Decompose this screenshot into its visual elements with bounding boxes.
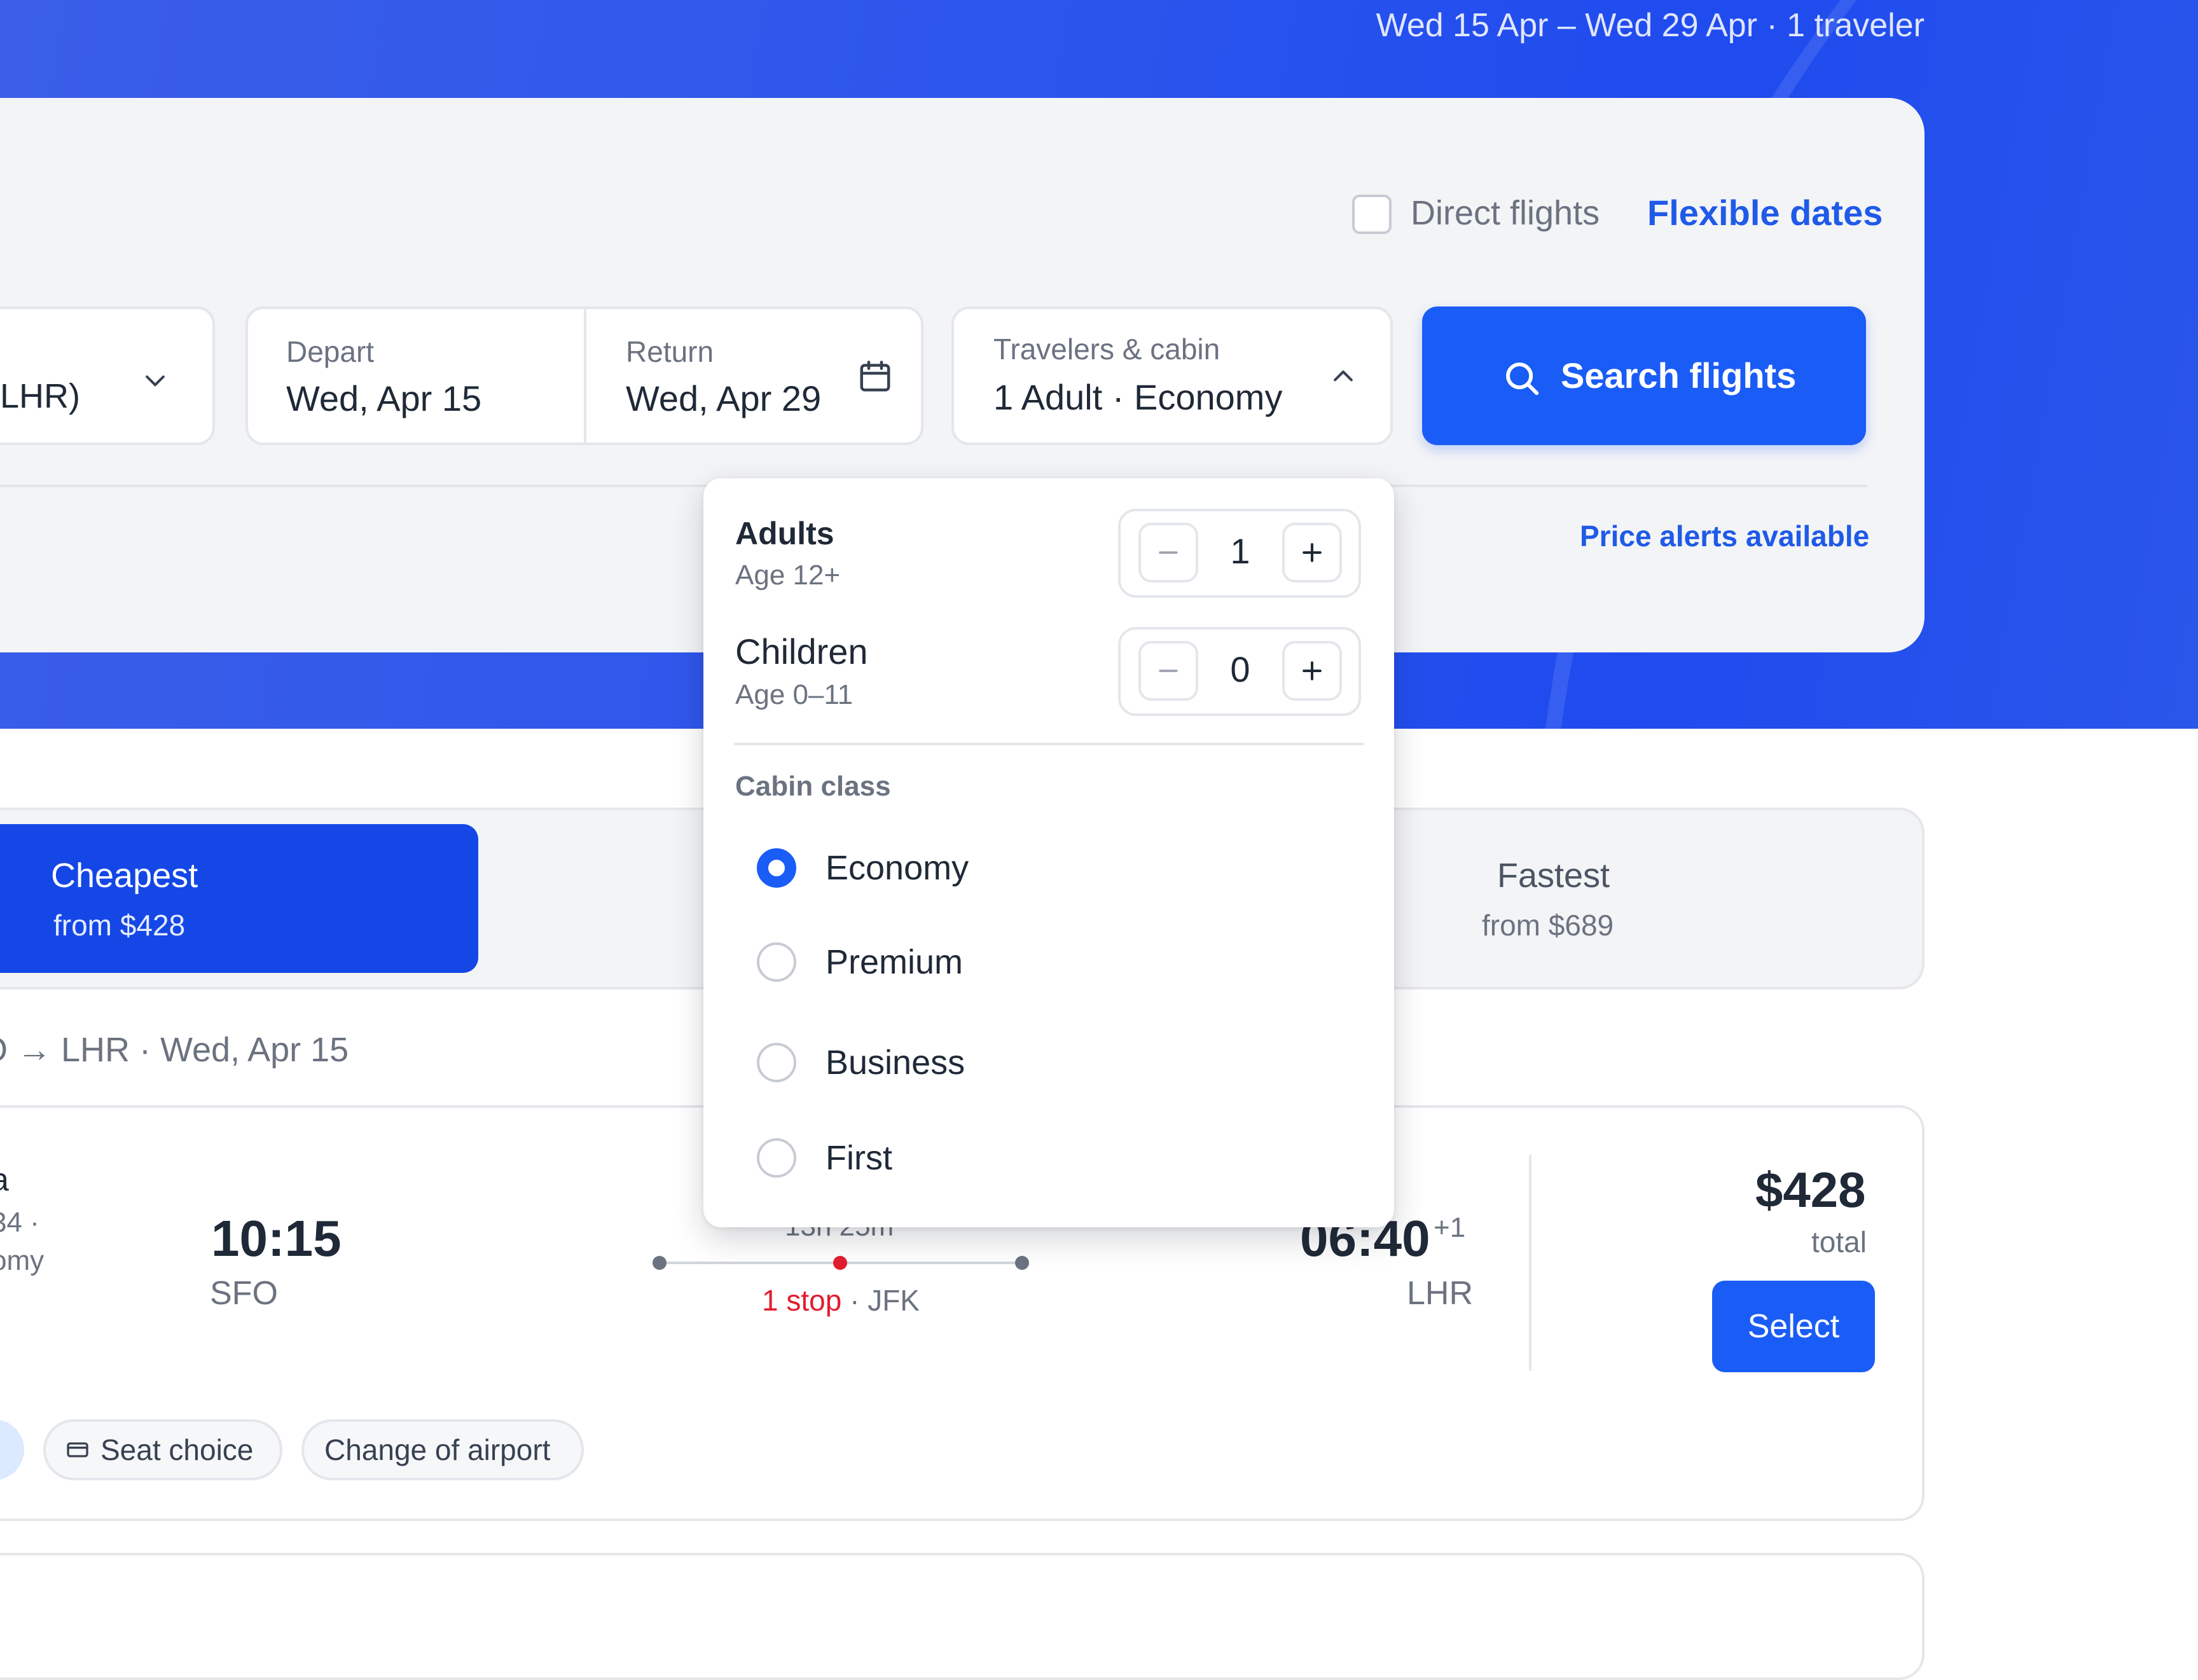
cabin-radio-premium[interactable] bbox=[757, 942, 796, 982]
price-note: total bbox=[1811, 1225, 1867, 1258]
dropdown-divider bbox=[734, 743, 1364, 745]
travelers-value[interactable]: 1 Adult · Economy bbox=[993, 376, 1282, 418]
chevron-down-icon[interactable] bbox=[141, 366, 169, 394]
cabin-class: omy bbox=[0, 1245, 45, 1276]
cabin-option-economy[interactable]: Economy bbox=[826, 848, 969, 888]
change-of-airport-label: Change of airport bbox=[324, 1433, 551, 1466]
flexible-dates-link[interactable]: Flexible dates bbox=[1647, 192, 1883, 233]
plus-icon bbox=[1303, 543, 1322, 562]
tab-cheapest[interactable] bbox=[0, 824, 478, 973]
travelers-label: Travelers & cabin bbox=[993, 333, 1220, 366]
adults-age: Age 12+ bbox=[735, 560, 841, 591]
route-summary: O → LHR · Wed, Apr 15 bbox=[0, 1031, 349, 1069]
cabin-radio-first[interactable] bbox=[757, 1138, 796, 1178]
stop-airport: · JFK bbox=[850, 1284, 920, 1317]
cabin-option-premium[interactable]: Premium bbox=[826, 942, 963, 982]
trip-summary: Wed 15 Apr – Wed 29 Apr · 1 traveler bbox=[1376, 7, 1925, 44]
search-icon bbox=[1506, 362, 1539, 396]
minus-icon bbox=[1159, 670, 1178, 672]
origin-dot bbox=[653, 1256, 667, 1270]
origin-value: LHR) bbox=[0, 377, 81, 415]
stops-count: 1 stop bbox=[762, 1284, 842, 1317]
cabin-radio-business[interactable] bbox=[757, 1043, 796, 1082]
stop-dot bbox=[833, 1256, 847, 1270]
flight-price: $428 bbox=[1755, 1162, 1866, 1218]
children-count: 0 bbox=[1230, 649, 1250, 689]
card-icon bbox=[67, 1442, 88, 1457]
departure-airport: SFO bbox=[210, 1275, 278, 1312]
price-alerts-link[interactable]: Price alerts available bbox=[1580, 519, 1869, 553]
seat-choice-chip: Seat choice bbox=[43, 1419, 282, 1480]
tab-fastest-price[interactable]: from $689 bbox=[1482, 908, 1614, 942]
cabin-option-first[interactable]: First bbox=[826, 1138, 892, 1178]
adults-increment-button[interactable] bbox=[1282, 523, 1342, 582]
stops-info: 1 stop · JFK bbox=[762, 1283, 920, 1318]
minus-icon bbox=[1159, 551, 1178, 554]
direct-flights-checkbox[interactable] bbox=[1352, 195, 1392, 234]
plus-icon bbox=[1303, 661, 1322, 680]
cabin-option-business[interactable]: Business bbox=[826, 1043, 965, 1082]
children-decrement-button[interactable] bbox=[1138, 641, 1198, 701]
travelers-cabin-field[interactable] bbox=[951, 306, 1393, 445]
tab-cheapest-price: from $428 bbox=[53, 909, 186, 942]
seat-choice-label: Seat choice bbox=[100, 1433, 254, 1466]
children-label: Children bbox=[735, 631, 868, 671]
adults-label: Adults bbox=[735, 516, 834, 551]
flight-number: 34 · bbox=[0, 1207, 39, 1238]
search-flights-label: Search flights bbox=[1561, 355, 1797, 396]
origin-field[interactable] bbox=[0, 306, 215, 445]
return-label: Return bbox=[626, 335, 714, 368]
children-age: Age 0–11 bbox=[735, 679, 854, 710]
card-divider bbox=[1529, 1155, 1531, 1371]
cabin-radio-economy[interactable] bbox=[757, 848, 796, 888]
cabin-class-heading: Cabin class bbox=[735, 771, 891, 802]
tab-cheapest-label: Cheapest bbox=[51, 857, 198, 895]
depart-label: Depart bbox=[286, 335, 375, 368]
destination-dot bbox=[1015, 1256, 1029, 1270]
airline-name: a bbox=[0, 1161, 9, 1198]
date-divider bbox=[584, 309, 586, 443]
departure-time: 10:15 bbox=[211, 1210, 342, 1267]
tab-fastest-label[interactable]: Fastest bbox=[1497, 856, 1610, 895]
adults-count: 1 bbox=[1230, 531, 1250, 571]
calendar-icon[interactable] bbox=[856, 357, 894, 396]
return-date[interactable]: Wed, Apr 29 bbox=[626, 378, 821, 419]
change-of-airport-chip: Change of airport bbox=[301, 1419, 584, 1480]
chevron-up-icon[interactable] bbox=[1329, 362, 1357, 390]
arrival-day-offset: +1 bbox=[1434, 1212, 1466, 1243]
children-increment-button[interactable] bbox=[1282, 641, 1342, 701]
select-button[interactable]: Select bbox=[1712, 1281, 1875, 1372]
direct-flights-label[interactable]: Direct flights bbox=[1411, 193, 1600, 233]
arrival-airport: LHR bbox=[1407, 1275, 1474, 1312]
depart-date[interactable]: Wed, Apr 15 bbox=[286, 378, 481, 419]
next-flight-card[interactable] bbox=[0, 1553, 1925, 1680]
adults-decrement-button[interactable] bbox=[1138, 523, 1198, 582]
